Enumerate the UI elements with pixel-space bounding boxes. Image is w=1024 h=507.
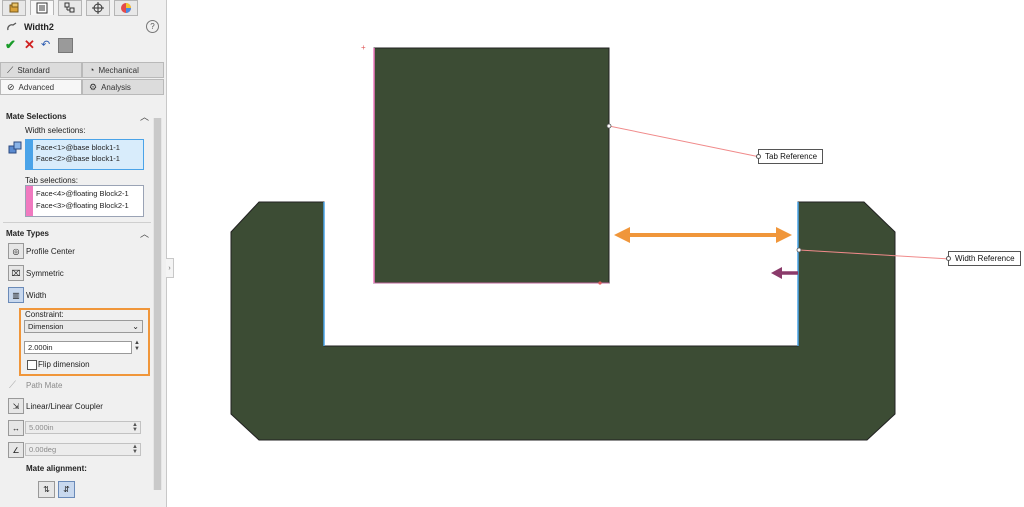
- tab-reference-leader: [608, 125, 761, 158]
- purple-arrow-head-icon: [771, 267, 782, 279]
- floating-block-part[interactable]: [373, 47, 610, 284]
- graphics-viewport[interactable]: +: [0, 0, 1024, 507]
- leader-dot-icon: [606, 123, 612, 129]
- width-reference-callout[interactable]: Width Reference: [946, 251, 1021, 266]
- width-reference-label: Width Reference: [955, 254, 1015, 263]
- tab-reference-callout[interactable]: Tab Reference: [756, 149, 824, 164]
- tab-reference-label: Tab Reference: [765, 152, 818, 161]
- arrow-head-right-icon: [776, 227, 792, 243]
- vertex-marker-icon: [598, 281, 602, 285]
- origin-marker-icon: +: [361, 43, 366, 52]
- arrow-head-left-icon: [614, 227, 630, 243]
- callout-anchor-icon: [756, 153, 761, 159]
- leader-dot-icon: [796, 247, 802, 253]
- callout-anchor-icon: [946, 255, 951, 261]
